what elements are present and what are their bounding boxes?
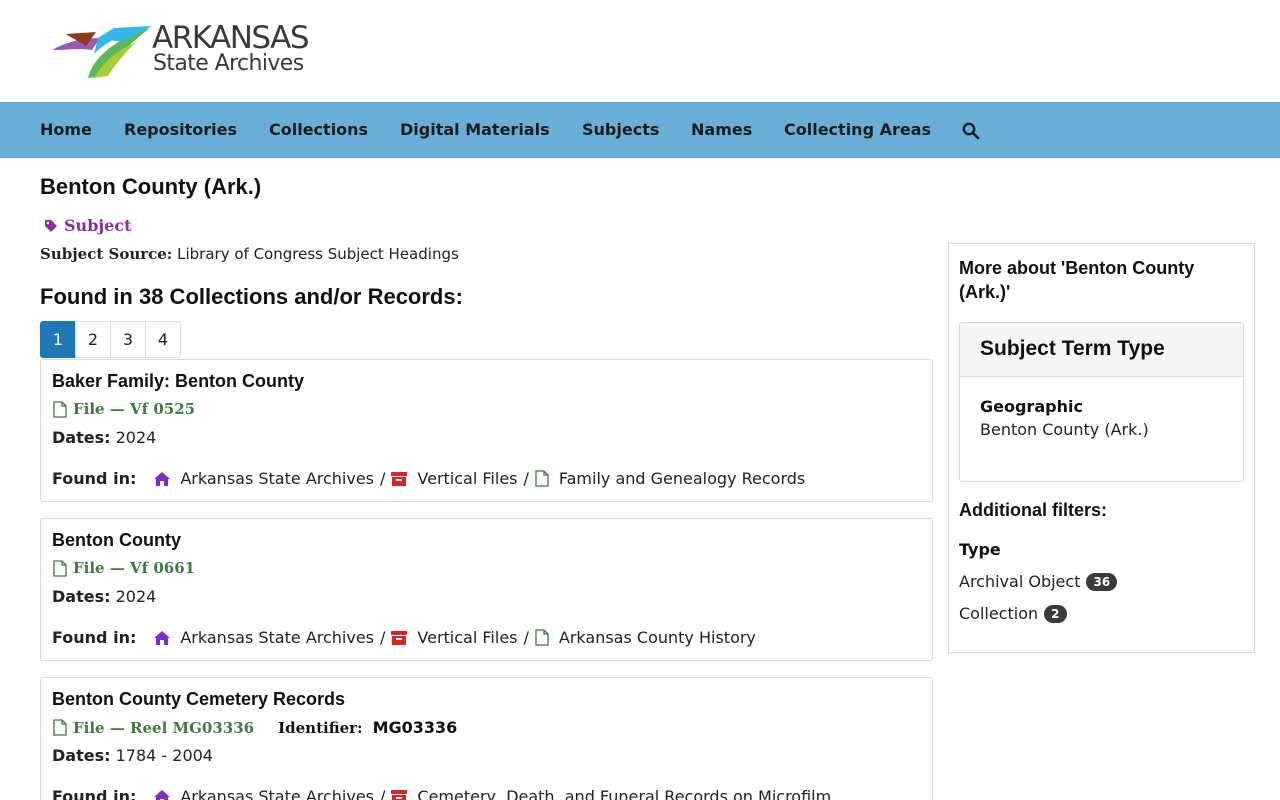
record-dates: Dates: 2024: [52, 587, 156, 606]
record-title-link[interactable]: Benton County: [52, 530, 181, 551]
panel-title: Subject Term Type: [960, 323, 1243, 377]
record-card: Baker Family: Benton County File — Vf 05…: [40, 359, 933, 502]
filter-archival-object[interactable]: Archival Object 36: [959, 572, 1118, 591]
record-type: File — Reel MG03336 Identifier: MG03336: [53, 718, 457, 737]
site-logo[interactable]: ARKANSAS State Archives: [52, 20, 322, 82]
file-icon: [53, 559, 67, 577]
home-icon: [154, 471, 171, 486]
collection-link[interactable]: Cemetery, Death, and Funeral Records on …: [417, 787, 831, 800]
nav-collecting-areas[interactable]: Collecting Areas: [784, 102, 931, 158]
series-link[interactable]: Family and Genealogy Records: [559, 469, 805, 488]
dates-label: Dates:: [52, 428, 111, 447]
sidebar-heading: More about 'Benton County (Ark.)': [959, 258, 1195, 302]
breadcrumb-separator: /: [523, 469, 529, 488]
record-found-in: Found in: Arkansas State Archives / Vert…: [52, 469, 805, 488]
page-title: Benton County (Ark.): [40, 174, 262, 199]
dates-value: 1784 - 2004: [115, 746, 213, 765]
home-icon: [154, 630, 171, 645]
page-2-button[interactable]: 2: [75, 321, 111, 358]
record-type-label: File — Reel MG03336: [73, 718, 255, 737]
archive-box-icon: [391, 630, 408, 645]
additional-filters-heading: Additional filters:: [959, 500, 1107, 520]
nav-names[interactable]: Names: [691, 102, 752, 158]
file-icon: [53, 400, 67, 418]
record-card: Benton County Cemetery Records File — Re…: [40, 677, 933, 800]
subject-term-type-panel: Subject Term Type Geographic Benton Coun…: [959, 322, 1244, 482]
panel-body: Geographic Benton County (Ark.): [960, 377, 1243, 459]
archive-box-icon: [391, 789, 408, 800]
site-header: ARKANSAS State Archives: [0, 0, 1280, 102]
nav-collections[interactable]: Collections: [269, 102, 368, 158]
page-3-button[interactable]: 3: [110, 321, 146, 358]
collection-link[interactable]: Vertical Files: [417, 628, 517, 647]
pagination: 1 2 3 4: [40, 321, 181, 358]
record-dates: Dates: 2024: [52, 428, 156, 447]
found-in-heading: Found in 38 Collections and/or Records:: [40, 284, 463, 309]
term-type-label: Geographic: [980, 397, 1083, 416]
dates-label: Dates:: [52, 746, 111, 765]
page-1-button[interactable]: 1: [40, 321, 76, 358]
identifier-value: MG03336: [372, 718, 458, 737]
filter-label: Collection: [959, 604, 1039, 623]
breadcrumb-separator: /: [380, 787, 386, 800]
page-4-button[interactable]: 4: [145, 321, 181, 358]
nav-home[interactable]: Home: [40, 102, 92, 158]
main-navbar: Home Repositories Collections Digital Ma…: [0, 102, 1280, 158]
subject-type-label: Subject: [64, 216, 132, 235]
found-in-label: Found in:: [52, 628, 137, 647]
breadcrumb-separator: /: [380, 469, 386, 488]
record-type: File — Vf 0661: [53, 559, 195, 577]
record-type-label: File — Vf 0661: [73, 559, 196, 577]
repository-link[interactable]: Arkansas State Archives: [180, 628, 374, 647]
record-type: File — Vf 0525: [53, 400, 195, 418]
dates-label: Dates:: [52, 587, 111, 606]
found-in-label: Found in:: [52, 787, 137, 800]
logo-line2: State Archives: [153, 51, 304, 76]
identifier-label: Identifier:: [278, 718, 363, 737]
subject-source: Subject Source: Library of Congress Subj…: [40, 245, 459, 263]
record-dates: Dates: 1784 - 2004: [52, 746, 213, 765]
subject-source-label: Subject Source:: [40, 245, 173, 263]
archive-box-icon: [391, 471, 408, 486]
breadcrumb-separator: /: [523, 628, 529, 647]
nav-repositories[interactable]: Repositories: [124, 102, 237, 158]
filter-count-badge: 36: [1086, 572, 1118, 591]
filter-collection[interactable]: Collection 2: [959, 604, 1067, 623]
collection-link[interactable]: Vertical Files: [417, 469, 517, 488]
sidebar: More about 'Benton County (Ark.)' Subjec…: [948, 243, 1255, 653]
filter-count-badge: 2: [1044, 604, 1067, 623]
search-icon[interactable]: [962, 122, 980, 140]
home-icon: [154, 789, 171, 800]
term-type-value: Benton County (Ark.): [980, 420, 1149, 439]
filter-label: Archival Object: [959, 572, 1081, 591]
dates-value: 2024: [115, 587, 157, 606]
subject-source-value: Library of Congress Subject Headings: [177, 245, 459, 263]
subject-type-badge: Subject: [44, 216, 131, 235]
series-link[interactable]: Arkansas County History: [559, 628, 756, 647]
record-card: Benton County File — Vf 0661 Dates: 2024…: [40, 518, 933, 661]
record-title-link[interactable]: Baker Family: Benton County: [52, 371, 304, 392]
tag-icon: [45, 219, 57, 232]
dates-value: 2024: [115, 428, 157, 447]
found-in-label: Found in:: [52, 469, 137, 488]
record-title-link[interactable]: Benton County Cemetery Records: [52, 689, 345, 710]
record-type-label: File — Vf 0525: [73, 400, 196, 418]
record-found-in: Found in: Arkansas State Archives / Ceme…: [52, 787, 831, 800]
repository-link[interactable]: Arkansas State Archives: [180, 787, 374, 800]
repository-link[interactable]: Arkansas State Archives: [180, 469, 374, 488]
nav-digital-materials[interactable]: Digital Materials: [400, 102, 550, 158]
file-icon: [535, 470, 549, 487]
breadcrumb-separator: /: [380, 628, 386, 647]
filter-type-label: Type: [959, 540, 1001, 559]
file-icon: [535, 629, 549, 646]
nav-subjects[interactable]: Subjects: [582, 102, 659, 158]
logo-mark-icon: [52, 26, 152, 78]
record-found-in: Found in: Arkansas State Archives / Vert…: [52, 628, 756, 647]
file-icon: [53, 719, 67, 736]
